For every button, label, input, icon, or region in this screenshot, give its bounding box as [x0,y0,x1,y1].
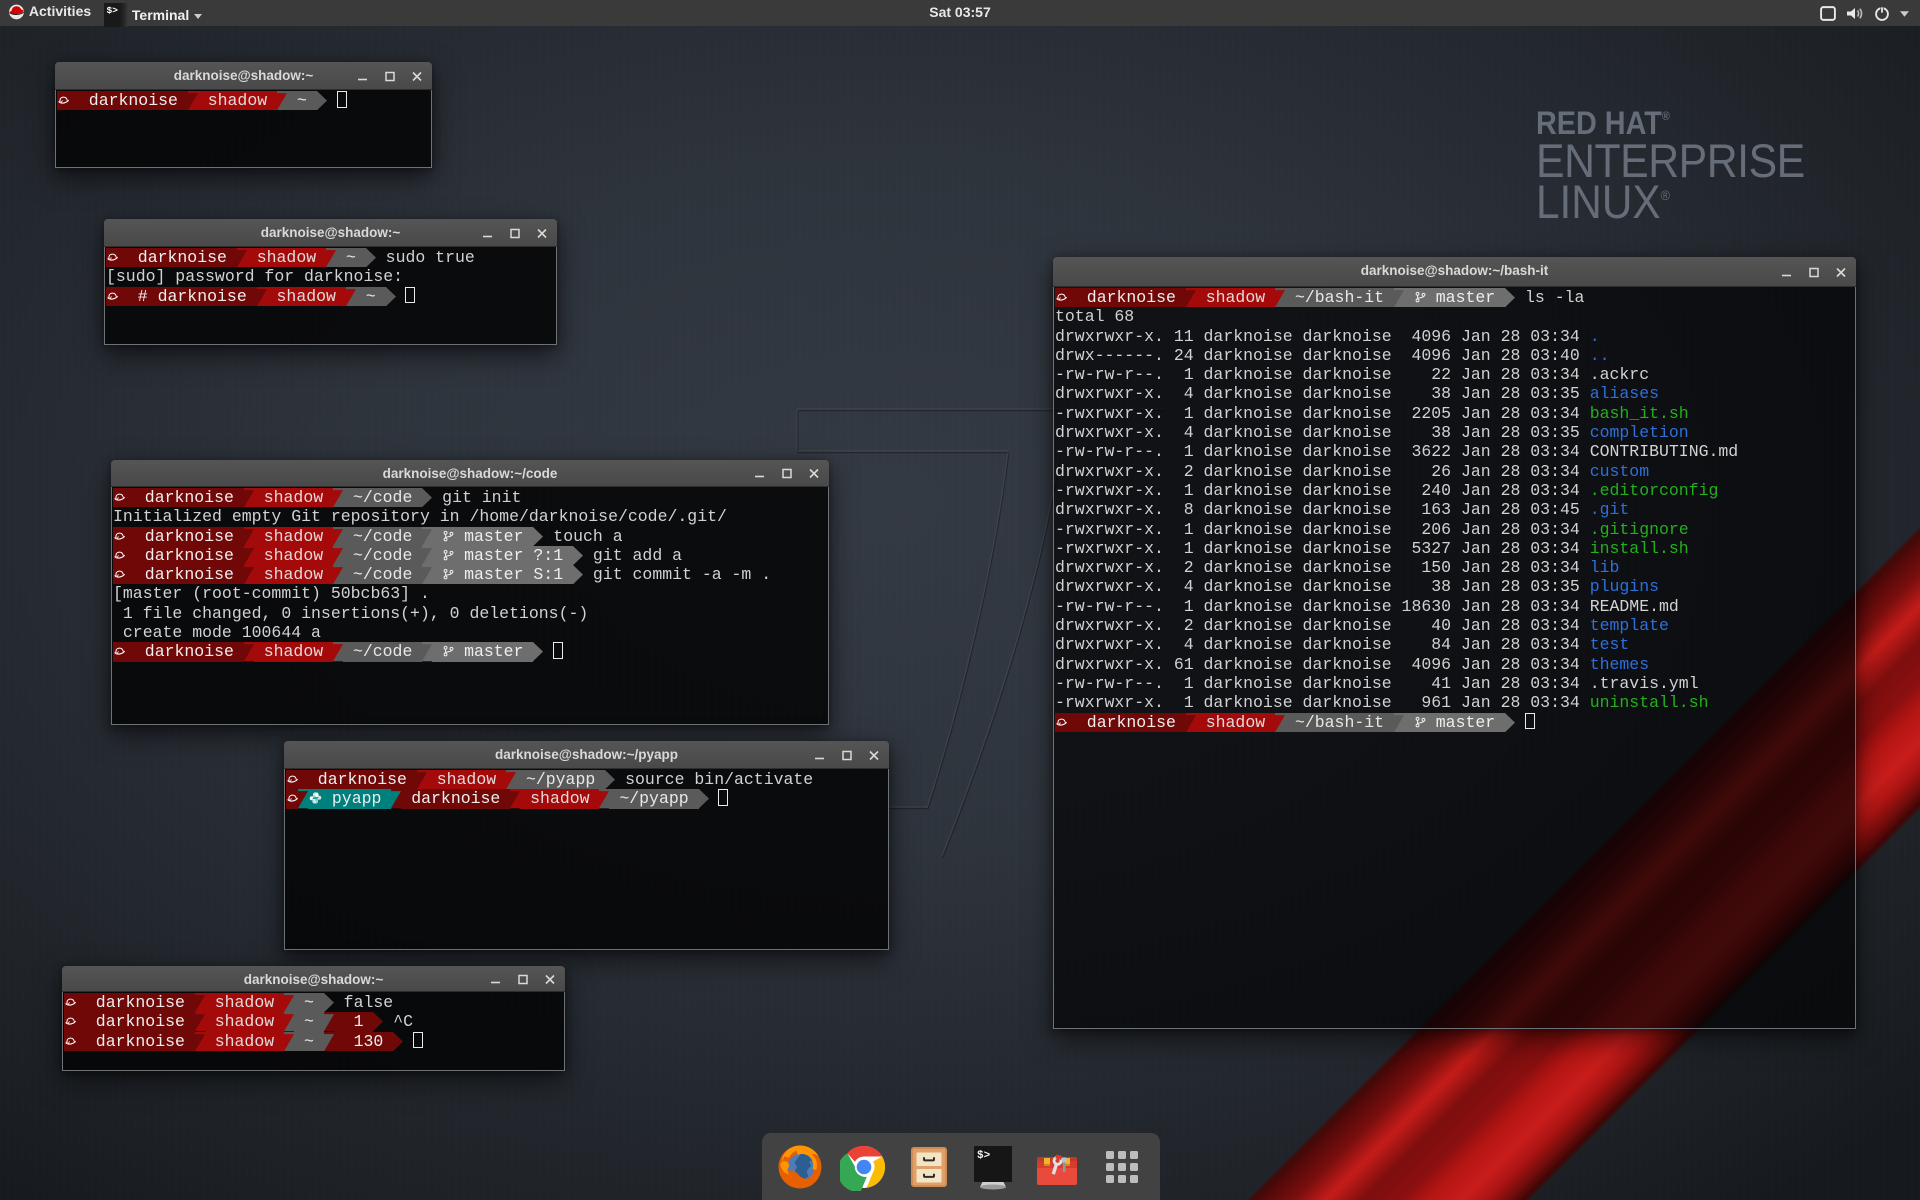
svg-text:$>: $> [977,1150,991,1162]
